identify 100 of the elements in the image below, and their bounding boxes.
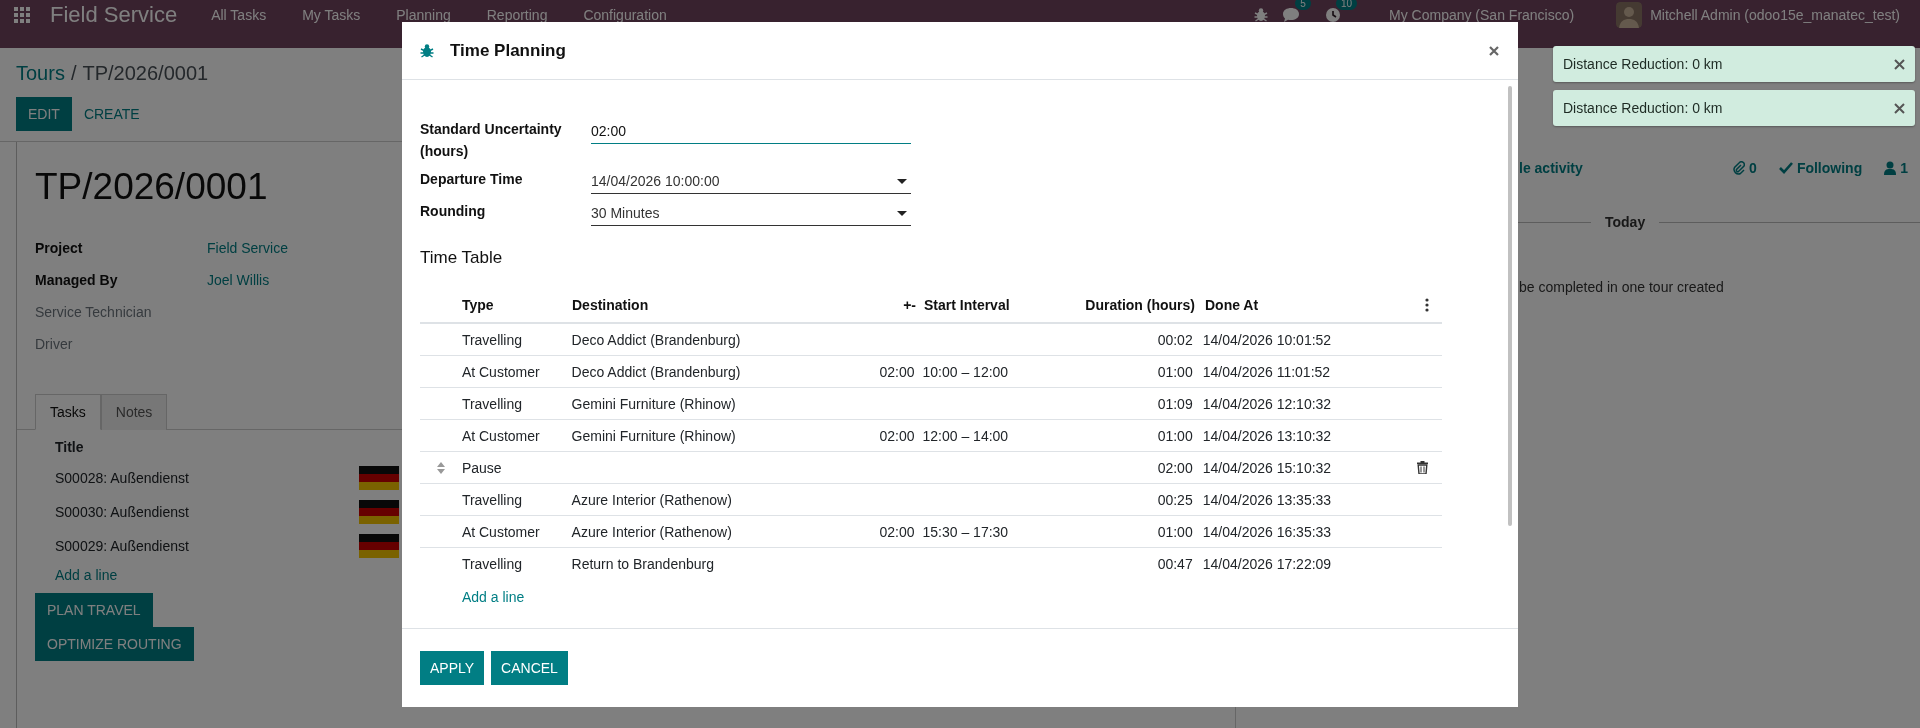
table-row[interactable]: Travelling Azure Interior (Rathenow) 00:25 14/04/2026 13:35:33 <box>420 483 1442 515</box>
column-header: Title <box>55 438 84 457</box>
table-cell-text: 01:00 <box>1156 427 1193 444</box>
dialog-title: Time Planning <box>450 40 566 61</box>
table-cell-text: 02:00 <box>878 363 915 380</box>
table-cell-text: 00:47 <box>1156 555 1193 572</box>
field-label: Project <box>35 240 84 258</box>
table-cell-text: 00:02 <box>1156 331 1193 348</box>
table-cell-text: 14/04/2026 13:35:33 <box>1201 491 1333 508</box>
column-header[interactable]: Duration (hours) <box>1074 297 1195 313</box>
dropdown-field[interactable]: 30 Minutes <box>591 200 911 226</box>
add-line-link[interactable]: Add a line <box>55 567 118 583</box>
section-title: Time Table <box>420 248 504 268</box>
table-cell-text: 12:00 – 14:00 <box>921 427 1010 444</box>
table-cell-text: At Customer <box>461 363 541 380</box>
table-cell: S00029: Außendienst <box>55 538 189 554</box>
follower-count[interactable]: 1 <box>1900 160 1908 176</box>
table-cell-text: 14/04/2026 17:22:09 <box>1201 555 1333 572</box>
menu-item[interactable]: Planning <box>396 7 451 23</box>
add-line-link[interactable]: Add a line <box>462 589 525 605</box>
table-cell-text: 01:00 <box>1156 523 1193 540</box>
table-cell-text: 02:00 <box>1156 459 1193 476</box>
column-header[interactable]: Done At <box>1195 297 1405 313</box>
company-switcher[interactable]: My Company (San Francisco) <box>1389 7 1575 23</box>
dialog-button[interactable]: CANCEL <box>491 651 568 685</box>
tab[interactable]: Tasks <box>35 394 101 430</box>
table-cell-text: 14/04/2026 12:10:32 <box>1201 395 1333 412</box>
field-label: Rounding <box>420 202 487 221</box>
create-button[interactable]: CREATE <box>71 97 152 131</box>
table-cell-text: Deco Addict (Brandenburg) <box>571 331 742 348</box>
field-link[interactable]: Field Service <box>207 240 288 258</box>
breadcrumb-separator: / <box>70 62 77 85</box>
table-cell-text: 15:30 – 17:30 <box>921 523 1010 540</box>
table-cell-text: 01:00 <box>1156 363 1193 380</box>
table-cell-text: At Customer <box>461 523 541 540</box>
table-cell-text: Pause <box>461 459 503 476</box>
menu-item[interactable]: Reporting <box>486 7 548 23</box>
field-label: Standard Uncertainty (hours) <box>420 120 563 161</box>
table-row[interactable]: Pause 02:00 14/04/2026 15:10:32 <box>420 451 1442 483</box>
table-cell-text: 10:00 – 12:00 <box>921 363 1010 380</box>
app-name[interactable]: Field Service <box>50 2 178 28</box>
table-row[interactable]: At Customer Azure Interior (Rathenow) 02:00 15:30 – 17:30 01:00 14/04/2026 16:35:33 <box>420 515 1442 547</box>
table-cell-text: At Customer <box>461 427 541 444</box>
table-row[interactable]: At Customer Deco Addict (Brandenburg) 02:00 10:00 – 12:00 01:00 14/04/2026 11:01:52 <box>420 355 1442 387</box>
breadcrumb-current: TP/2026/0001 <box>82 62 209 85</box>
activity-count-badge: 10 <box>1335 0 1357 10</box>
action-button[interactable]: PLAN TRAVEL <box>35 593 153 627</box>
schedule-activity-link[interactable]: le activity <box>1519 160 1583 176</box>
dialog-button[interactable]: APPLY <box>420 651 485 685</box>
table-cell-text: Travelling <box>461 555 524 572</box>
date-separator: Today <box>1591 214 1660 230</box>
table-cell-text: Gemini Furniture (Rhinow) <box>571 427 737 444</box>
table-cell-text: 00:25 <box>1156 491 1193 508</box>
menu-item[interactable]: Configuration <box>583 7 667 23</box>
table-row[interactable]: Travelling Deco Addict (Brandenburg) 00:02 14/04/2026 10:01:52 <box>420 323 1442 355</box>
message-text: be completed in one tour created <box>1519 279 1725 295</box>
field-link[interactable]: Joel Willis <box>207 272 270 290</box>
input-field[interactable]: 02:00 <box>591 118 911 144</box>
field-label: Managed By <box>35 272 119 290</box>
field-label: Departure Time <box>420 170 524 189</box>
table-row[interactable]: Travelling Gemini Furniture (Rhinow) 01:09 14/04/2026 12:10:32 <box>420 387 1442 419</box>
table-cell-text: Travelling <box>461 491 524 508</box>
table-cell-text: Travelling <box>461 395 524 412</box>
table-cell-text: 14/04/2026 15:10:32 <box>1201 459 1333 476</box>
column-header[interactable]: +- <box>812 297 916 313</box>
tab[interactable]: Notes <box>100 394 168 430</box>
action-button[interactable]: OPTIMIZE ROUTING <box>35 627 194 661</box>
record-title: TP/2026/0001 <box>35 166 268 208</box>
table-cell-text: Azure Interior (Rathenow) <box>571 491 733 508</box>
user-menu[interactable]: Mitchell Admin (odoo15e_manatec_test) <box>1650 7 1900 23</box>
table-cell-text: Travelling <box>461 331 524 348</box>
column-header[interactable]: Type <box>462 297 572 313</box>
table-cell-text: Azure Interior (Rathenow) <box>571 523 733 540</box>
notification-text: Distance Reduction: 0 km <box>1563 100 1723 116</box>
following-button[interactable]: Following <box>1796 160 1863 176</box>
column-header[interactable]: Destination <box>572 297 812 313</box>
menu-item[interactable]: My Tasks <box>302 7 361 23</box>
table-cell-text: 14/04/2026 13:10:32 <box>1201 427 1333 444</box>
message-count-badge: 5 <box>1295 0 1311 10</box>
table-cell-text: 14/04/2026 10:01:52 <box>1201 331 1333 348</box>
table-cell-text: 14/04/2026 11:01:52 <box>1201 363 1332 380</box>
breadcrumb-link[interactable]: Tours <box>16 62 65 85</box>
menu-item[interactable]: All Tasks <box>211 7 267 23</box>
table-row[interactable]: Travelling Return to Brandenburg 00:47 14/04/2026 17:22:09 <box>420 547 1442 579</box>
notification-text: Distance Reduction: 0 km <box>1563 56 1723 72</box>
table-cell-text: 01:09 <box>1156 395 1193 412</box>
field-label: Driver <box>35 336 74 354</box>
edit-button[interactable]: EDIT <box>16 97 72 131</box>
column-header[interactable]: Start Interval <box>916 297 1074 313</box>
attachment-count[interactable]: 0 <box>1749 160 1757 176</box>
table-cell-text: 02:00 <box>878 523 915 540</box>
table-cell-text: Gemini Furniture (Rhinow) <box>571 395 737 412</box>
field-label: Service Technician <box>35 304 153 322</box>
table-row[interactable]: At Customer Gemini Furniture (Rhinow) 02:00 12:00 – 14:00 01:00 14/04/2026 13:10:32 <box>420 419 1442 451</box>
table-cell-text: Return to Brandenburg <box>571 555 715 572</box>
table-cell-text: Deco Addict (Brandenburg) <box>571 363 742 380</box>
table-cell: S00028: Außendienst <box>55 470 189 486</box>
table-cell-text: 02:00 <box>878 427 915 444</box>
dropdown-field[interactable]: 14/04/2026 10:00:00 <box>591 168 911 194</box>
table-cell-text: 14/04/2026 16:35:33 <box>1201 523 1333 540</box>
